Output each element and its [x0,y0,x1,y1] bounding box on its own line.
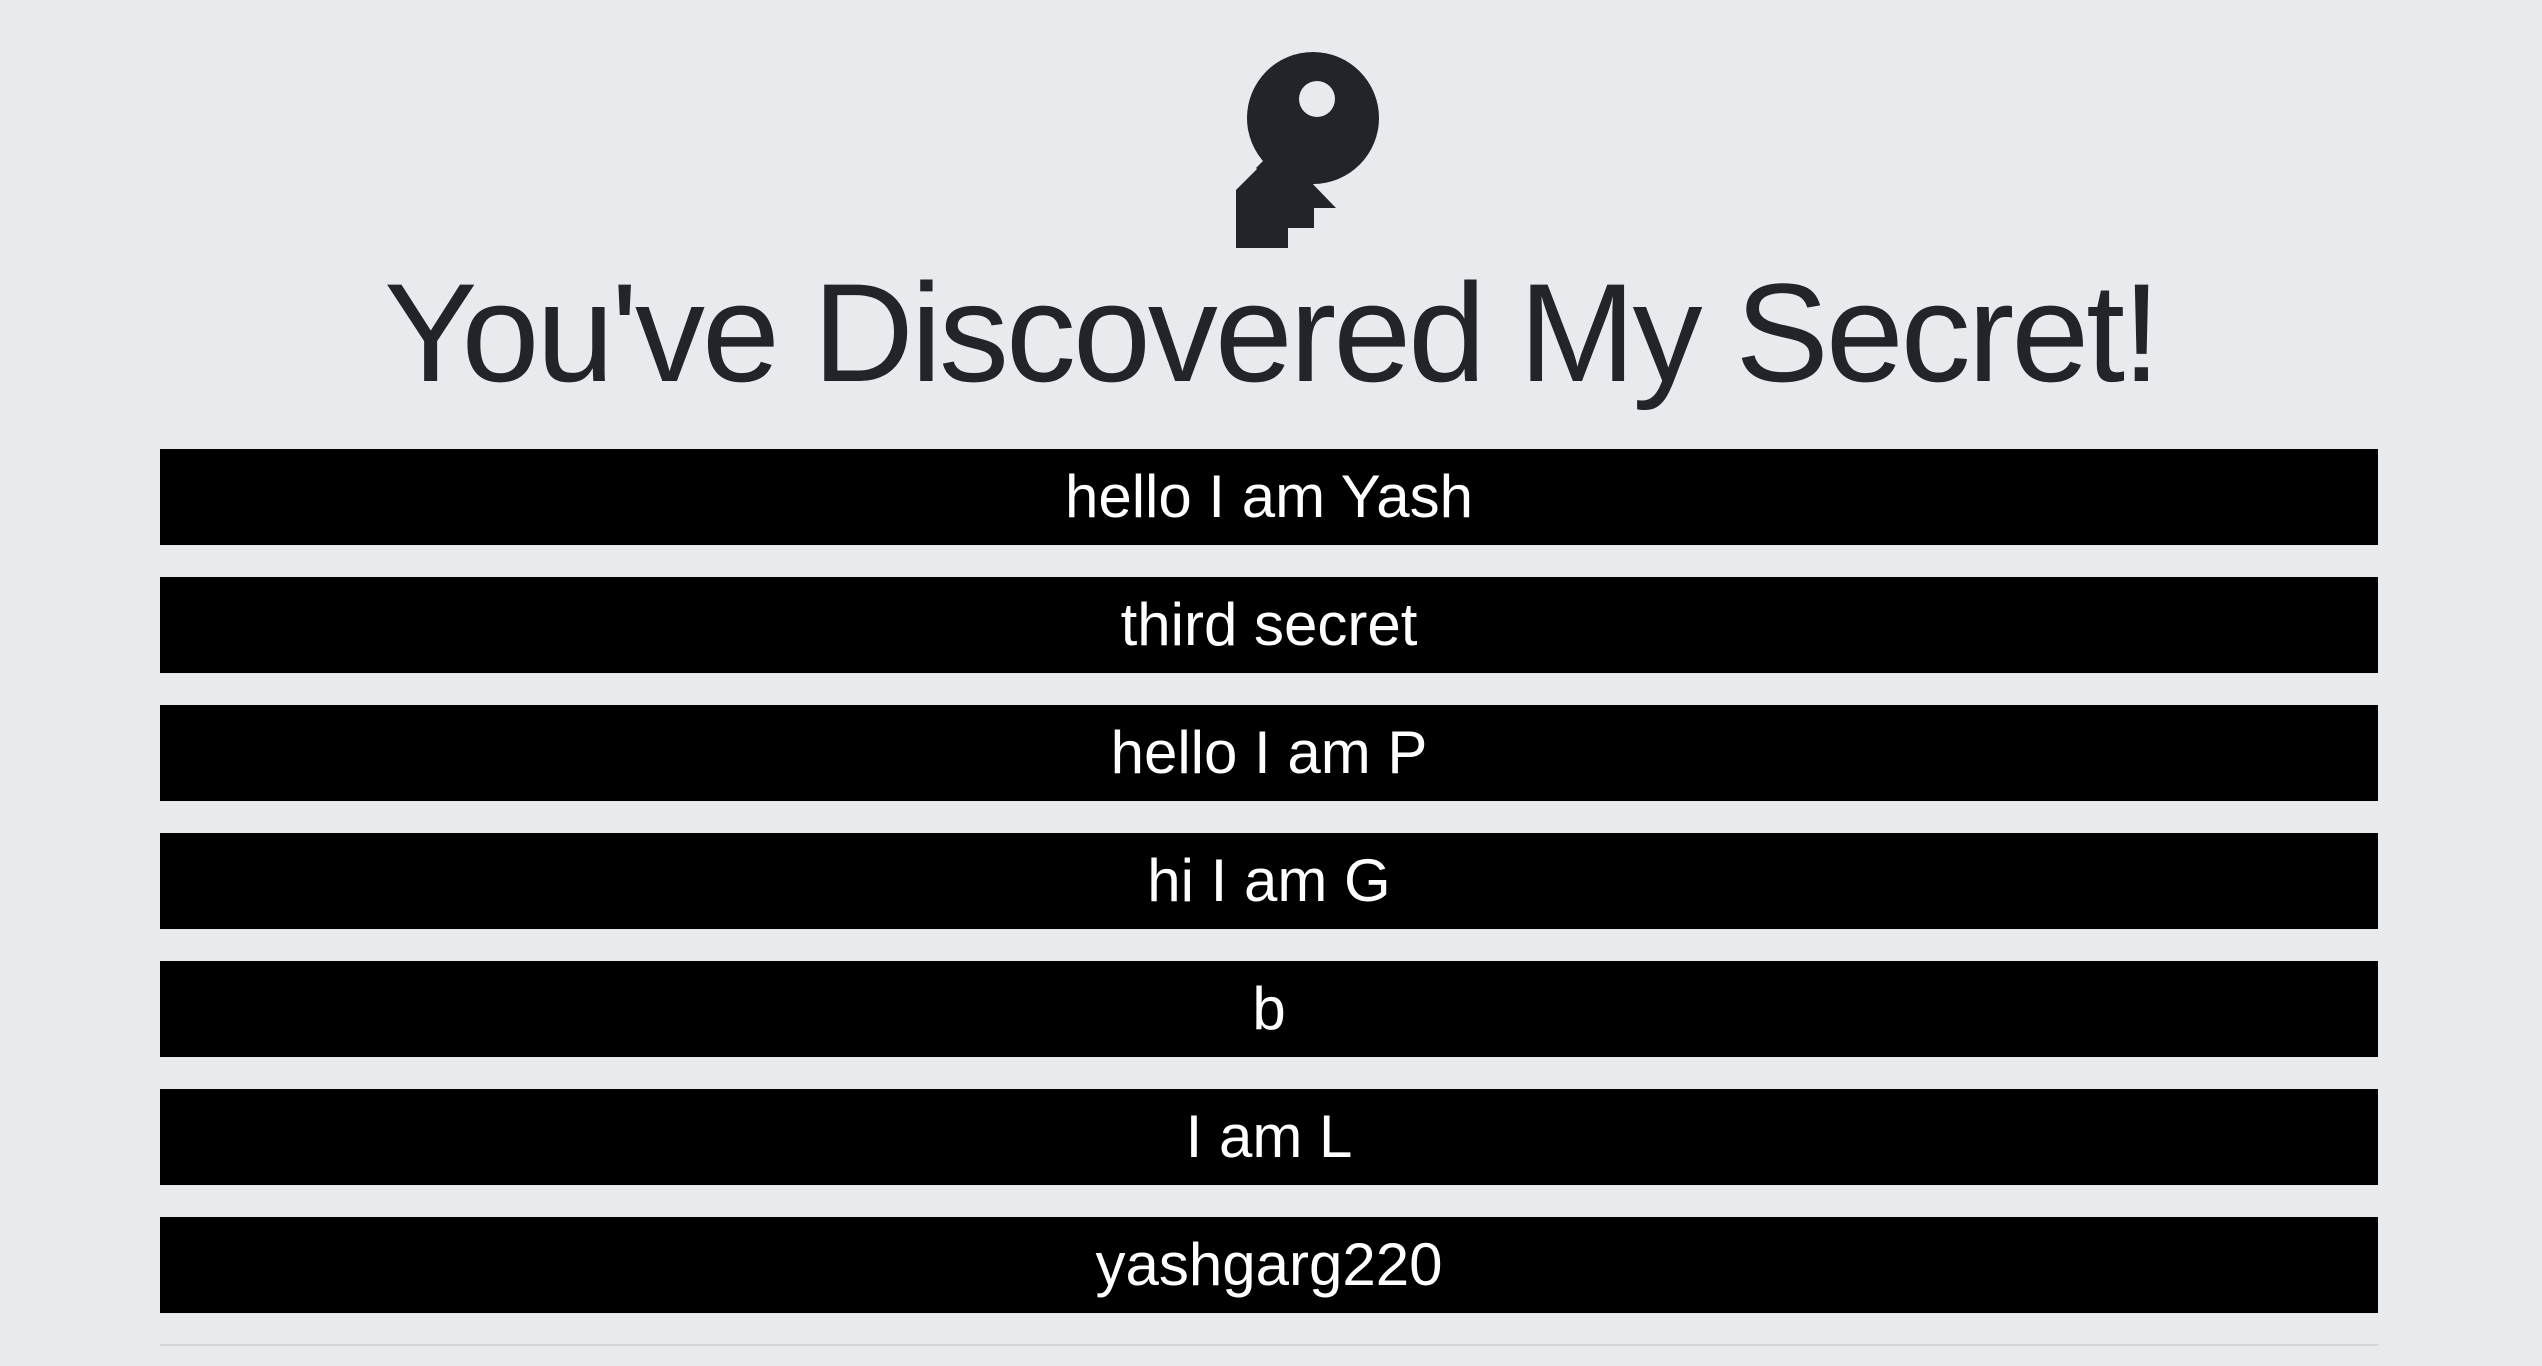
secret-item: I am L [160,1089,2378,1185]
secret-list: hello I am Yash third secret hello I am … [160,449,2378,1313]
secret-item: hello I am P [160,705,2378,801]
secret-item: hi I am G [160,833,2378,929]
secret-item: b [160,961,2378,1057]
bottom-divider [160,1344,2378,1346]
secret-item: hello I am Yash [160,449,2378,545]
secret-item: third secret [160,577,2378,673]
page: You've Discovered My Secret! hello I am … [0,0,2542,1366]
secret-item: yashgarg220 [160,1217,2378,1313]
page-title: You've Discovered My Secret! [384,254,2161,411]
key-icon [1168,48,1380,248]
